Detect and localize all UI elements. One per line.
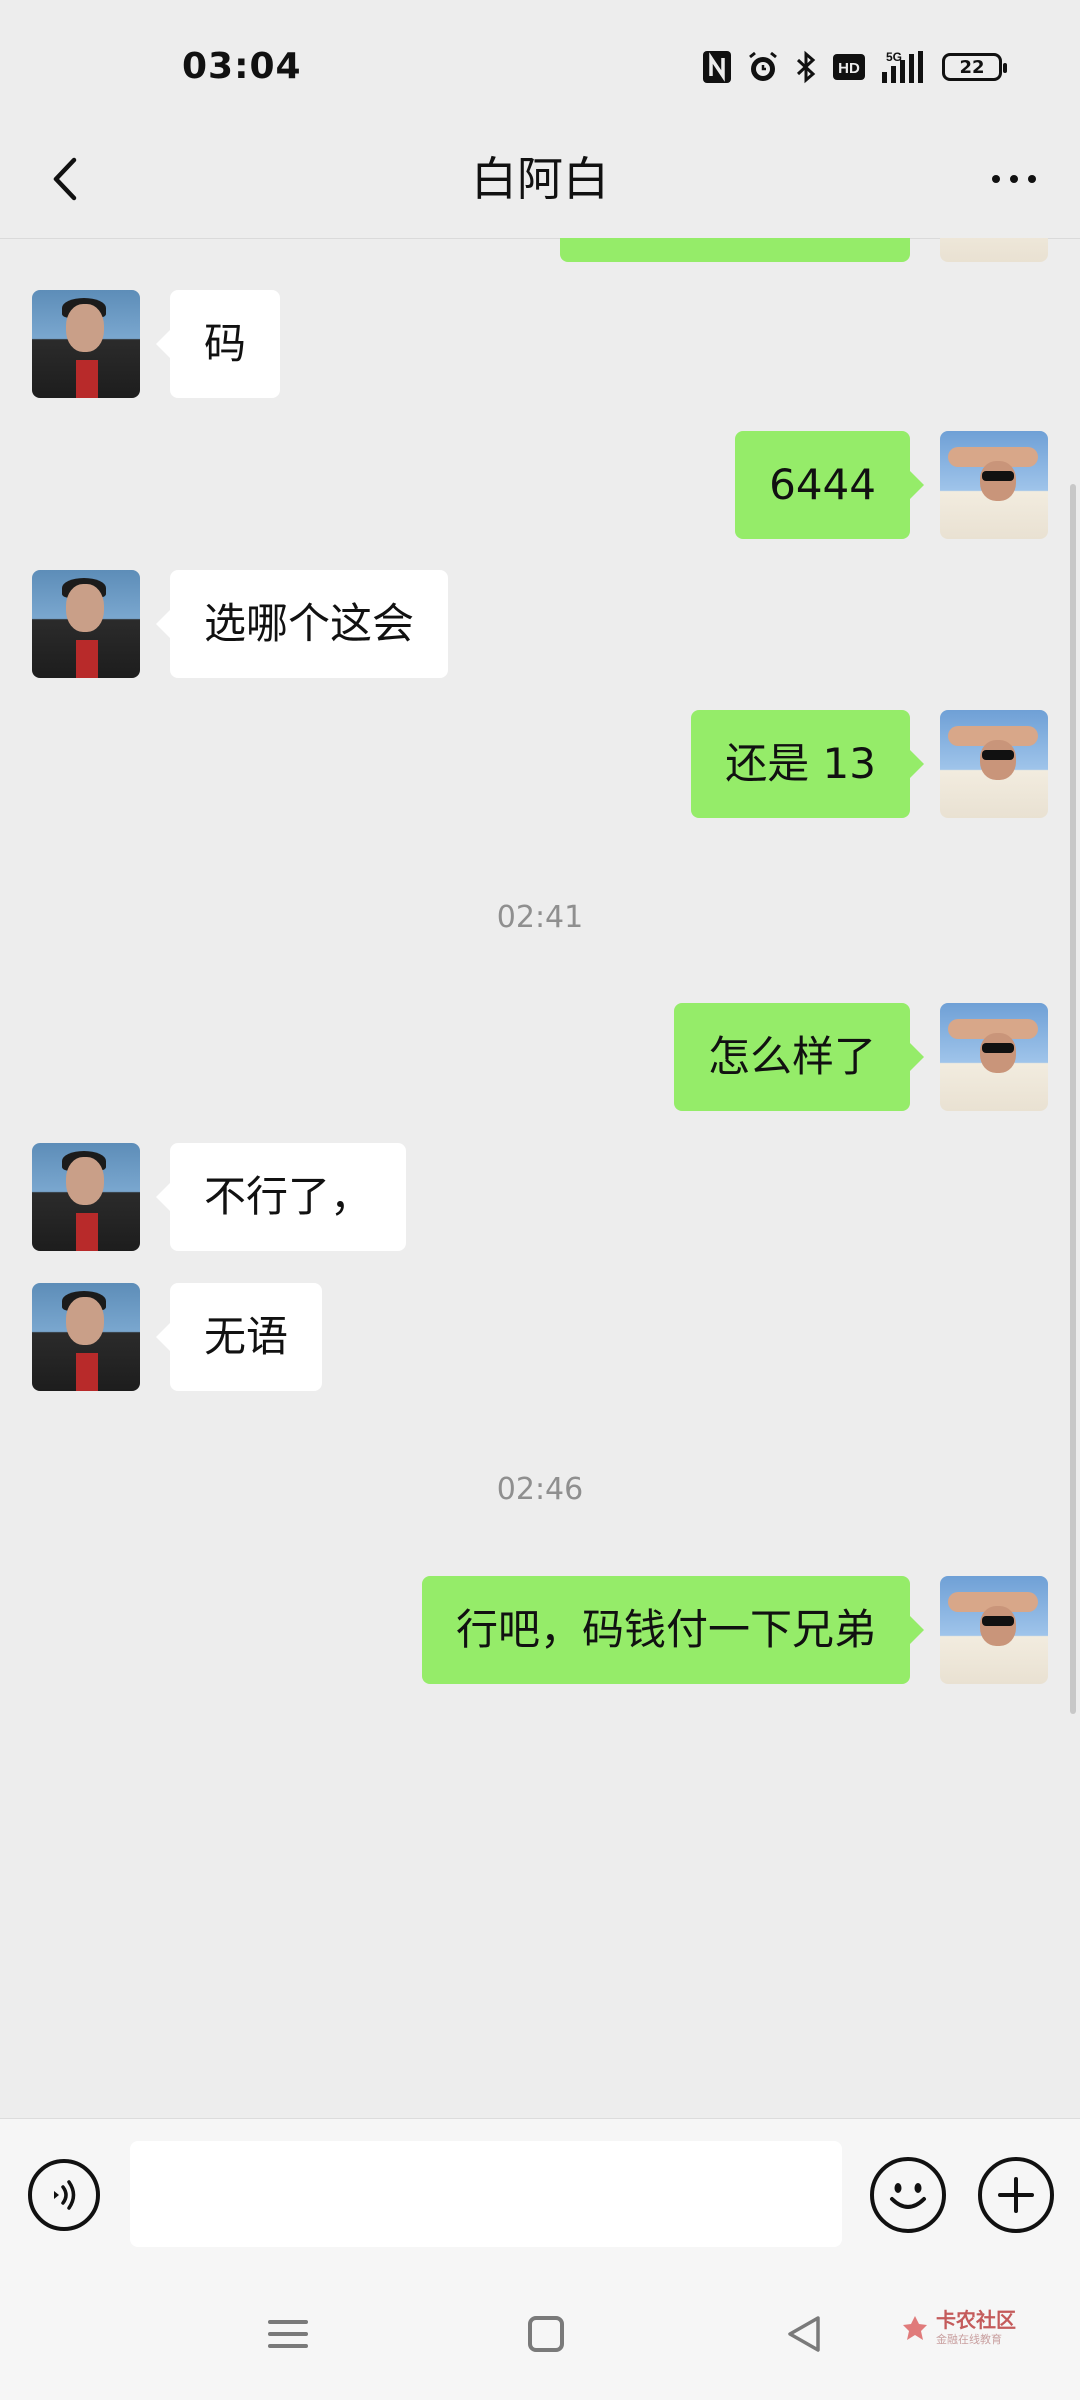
more-functions-button[interactable] — [978, 2157, 1054, 2233]
plus-icon — [998, 2177, 1034, 2213]
battery-icon: 22 — [942, 53, 1007, 81]
message-timestamp: 02:46 — [496, 1472, 584, 1507]
hd-icon: HD — [832, 53, 866, 81]
avatar-self[interactable] — [940, 1576, 1048, 1684]
emoji-button[interactable] — [870, 2157, 946, 2233]
chat-title: 白阿白 — [471, 152, 609, 206]
emoji-icon — [890, 2183, 926, 2209]
message-bubble-sent[interactable]: 6444 — [735, 431, 924, 539]
message-bubble-received[interactable]: 码 — [155, 290, 281, 398]
message-input-bar — [0, 2118, 1080, 2271]
chat-header: 白阿白 — [0, 120, 1080, 239]
bluetooth-icon — [794, 50, 818, 84]
avatar-contact[interactable] — [32, 570, 140, 678]
message-bubble-received[interactable]: 不行了， — [155, 1143, 407, 1251]
more-options-button[interactable] — [974, 144, 1054, 214]
avatar-self[interactable] — [940, 1003, 1048, 1111]
battery-level: 22 — [959, 56, 985, 78]
alarm-icon — [746, 50, 780, 84]
watermark-logo-icon — [903, 2315, 927, 2340]
message-input[interactable] — [130, 2141, 842, 2247]
message-bubble-sent[interactable]: 行吧，码钱付一下兄弟 — [421, 1576, 925, 1684]
status-bar: 03:04 HD 5G 22 — [0, 0, 1080, 140]
avatar-contact[interactable] — [32, 290, 140, 398]
watermark-title: 卡农社区 — [936, 2308, 1016, 2332]
voice-button[interactable] — [28, 2159, 100, 2231]
chat-message-list[interactable]: 码 6444 选哪个这会 还是 13 02:41 怎么样了 不行了， 无语 02… — [0, 238, 1080, 2118]
home-icon[interactable] — [528, 2316, 564, 2352]
message-bubble-received[interactable]: 无语 — [155, 1283, 323, 1391]
hd-label: HD — [838, 60, 860, 77]
message-bubble-sent[interactable]: 怎么样了 — [673, 1003, 925, 1111]
watermark-subtitle: 金融在线教育 — [936, 2333, 1002, 2346]
message-bubble-sent[interactable]: 还是 13 — [691, 710, 924, 818]
avatar-contact[interactable] — [32, 1283, 140, 1391]
status-icons: HD 5G 22 — [702, 50, 1007, 84]
voice-icon — [54, 2180, 76, 2210]
message-bubble-received[interactable]: 选哪个这会 — [155, 570, 449, 678]
avatar-self[interactable] — [940, 431, 1048, 539]
watermark: 卡农社区 金融在线教育 — [900, 2310, 1016, 2345]
status-time: 03:04 — [182, 46, 302, 87]
avatar-contact[interactable] — [32, 1143, 140, 1251]
signal-icon: 5G — [880, 50, 928, 84]
avatar-self[interactable] — [940, 238, 1048, 262]
message-bubble-sent-partial[interactable] — [560, 238, 910, 262]
avatar-self[interactable] — [940, 710, 1048, 818]
menu-icon[interactable] — [268, 2314, 308, 2354]
system-nav-bar: 卡农社区 金融在线教育 — [0, 2270, 1080, 2400]
back-triangle-icon[interactable] — [784, 2314, 824, 2354]
network-label: 5G — [886, 50, 902, 64]
chat-scrollbar[interactable] — [1070, 484, 1076, 1714]
nfc-icon — [702, 50, 732, 84]
message-timestamp: 02:41 — [496, 900, 584, 935]
more-dots-icon — [992, 175, 1036, 183]
